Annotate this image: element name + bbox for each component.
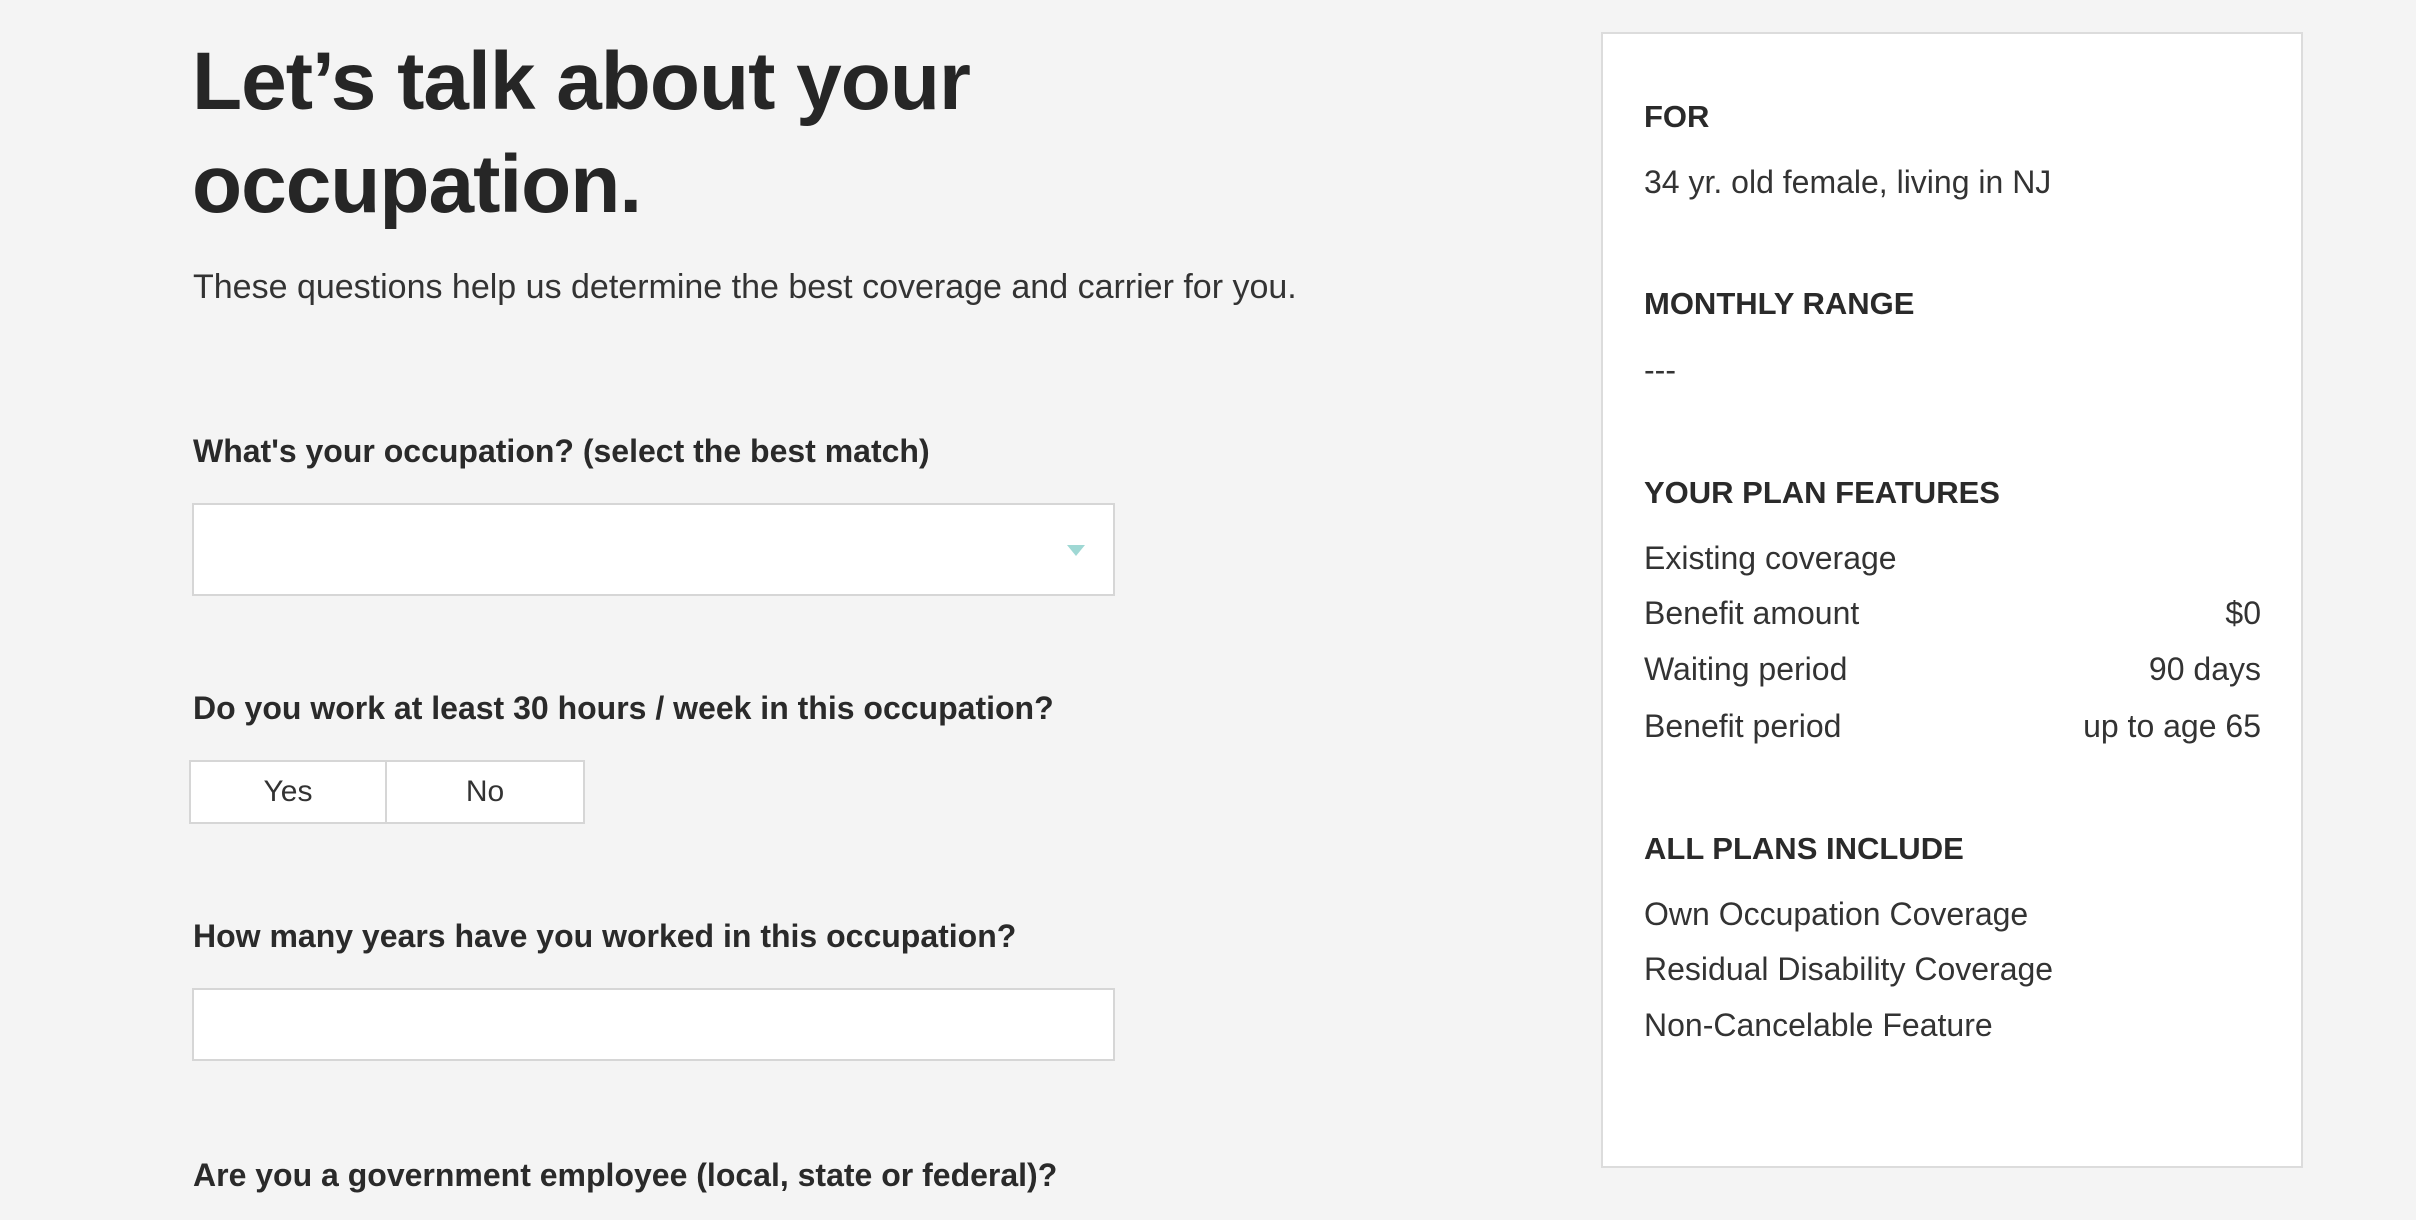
feature-label: Waiting period [1644, 651, 1848, 687]
years-label: How many years have you worked in this o… [193, 918, 1017, 954]
no-button[interactable]: No [387, 762, 583, 822]
include-item: Residual Disability Coverage [1644, 951, 2054, 987]
feature-label: Benefit period [1644, 708, 1842, 744]
page-title: Let’s talk about your occupation. [192, 36, 971, 230]
feature-value: up to age 65 [2083, 708, 2261, 744]
occupation-select[interactable] [192, 503, 1115, 596]
hours-label: Do you work at least 30 hours / week in … [193, 690, 1054, 726]
feature-label: Existing coverage [1644, 540, 1897, 576]
yes-button[interactable]: Yes [191, 762, 387, 822]
for-value: 34 yr. old female, living in NJ [1644, 164, 2052, 200]
quote-summary-panel: FOR 34 yr. old female, living in NJ MONT… [1601, 32, 2303, 1168]
feature-label: Benefit amount [1644, 595, 1860, 631]
range-value: --- [1644, 352, 1676, 388]
include-item: Own Occupation Coverage [1644, 896, 2029, 932]
features-heading: YOUR PLAN FEATURES [1644, 475, 2000, 510]
hours-toggle[interactable]: Yes No [189, 760, 585, 824]
feature-value: $0 [2225, 595, 2261, 631]
page-subtitle: These questions help us determine the be… [193, 268, 1297, 306]
feature-row: Waiting period 90 days [1644, 651, 2261, 688]
feature-row: Existing coverage [1644, 540, 2261, 577]
range-heading: MONTHLY RANGE [1644, 286, 1915, 321]
feature-row: Benefit period up to age 65 [1644, 708, 2261, 745]
include-item: Non-Cancelable Feature [1644, 1007, 1993, 1043]
for-heading: FOR [1644, 99, 1710, 134]
feature-value: 90 days [2148, 651, 2261, 687]
occupation-label: What's your occupation? (select the best… [193, 433, 930, 469]
feature-row: Benefit amount $0 [1644, 595, 2261, 632]
government-label: Are you a government employee (local, st… [193, 1157, 1058, 1193]
caret-down-icon [1067, 545, 1085, 556]
includes-heading: ALL PLANS INCLUDE [1644, 831, 1964, 866]
years-input[interactable] [192, 988, 1115, 1061]
